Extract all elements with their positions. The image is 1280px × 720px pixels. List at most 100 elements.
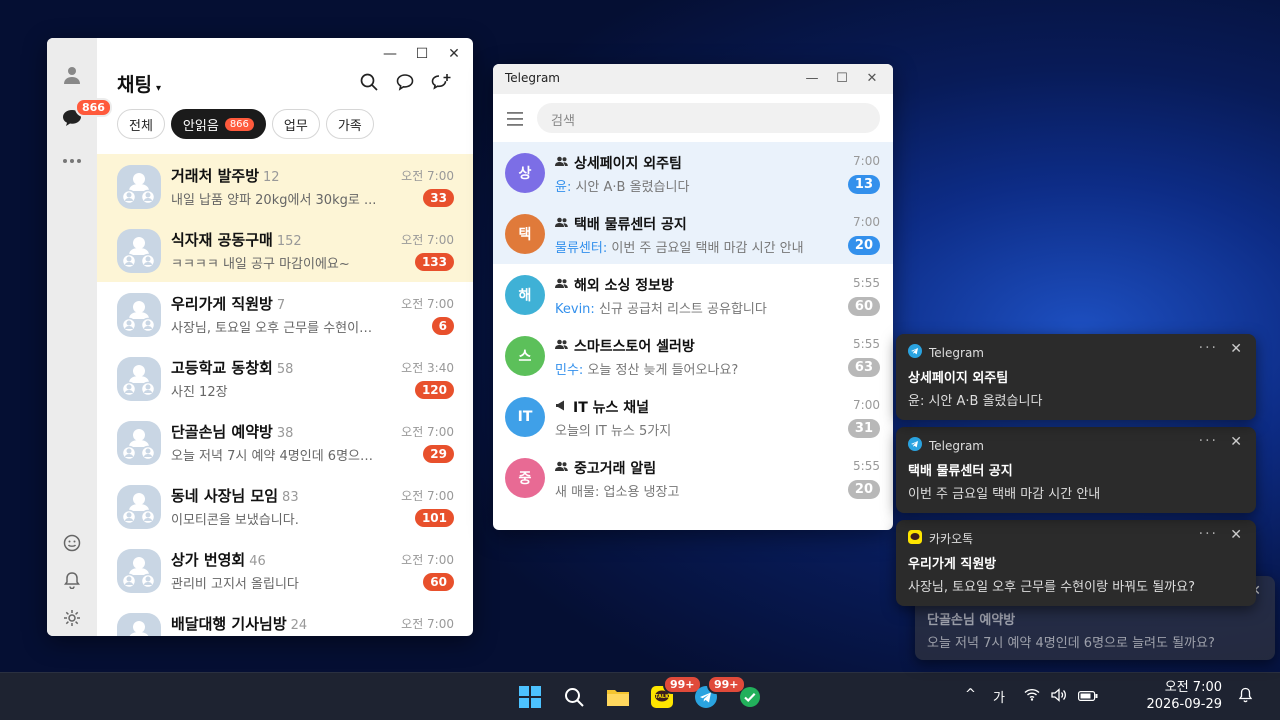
notification-toast[interactable]: Telegram ··· ✕ 상세페이지 외주팀 윤: 시안 A·B 올렸습니다 (896, 334, 1256, 420)
chat-row[interactable]: 식자재 공동구매 152 ㅋㅋㅋㅋ 내일 공구 마감이에요~ 오전 7:00 133 (97, 218, 473, 282)
page-title[interactable]: 채팅 ▾ (117, 70, 161, 97)
notification-app-name: Telegram (929, 438, 984, 453)
chat-time: 오전 7:00 (401, 617, 454, 631)
close-icon[interactable]: ✕ (1230, 341, 1242, 357)
group-avatar (117, 421, 161, 465)
unread-badge: 133 (414, 253, 454, 271)
kakao-window-controls: — ☐ ✕ (383, 46, 461, 62)
chat-time: 오전 7:00 (401, 169, 454, 183)
close-icon[interactable]: ✕ (1230, 527, 1242, 543)
search-input[interactable]: 검색 (537, 103, 880, 133)
chat-title: 우리가게 직원방 (171, 295, 273, 313)
chat-avatar: IT (505, 397, 545, 437)
wifi-icon[interactable] (1024, 688, 1040, 705)
chat-row[interactable]: 동네 사장님 모임 83 이모티콘을 보냈습니다. 오전 7:00 101 (97, 474, 473, 538)
file-explorer-icon[interactable] (606, 685, 630, 709)
group-avatar (117, 229, 161, 273)
chat-time: 오전 3:40 (401, 361, 454, 375)
chat-name: 배달대행 기사님방 24 (171, 613, 307, 634)
windows-start-icon[interactable] (518, 685, 542, 709)
notification-toast[interactable]: 카카오톡 ··· ✕ 우리가게 직원방 사장님, 토요일 오후 근무를 수현이랑 바꿔도… (896, 520, 1256, 606)
notification-bell-icon[interactable] (1238, 687, 1253, 707)
last-message: 이모티콘을 보냈습니다. (171, 513, 299, 528)
chat-row[interactable]: 배달대행 기사님방 24 오전 7:00 (97, 602, 473, 636)
filter-chip-label: 업무 (283, 118, 308, 134)
close-button[interactable]: ✕ (865, 71, 879, 86)
bell-icon[interactable] (61, 569, 83, 591)
filter-chip-0[interactable]: 전체 (117, 109, 165, 139)
group-icon (555, 155, 568, 171)
filter-chips: 전체 안읽음 866 업무 가족 (117, 109, 374, 139)
chat-row[interactable]: 단골손님 예약방 38 오늘 저녁 7시 예약 4명인데 6명으로... 오전 7:0… (97, 410, 473, 474)
chat-title: IT 뉴스 채널 (573, 400, 650, 416)
new-chat-icon[interactable] (431, 72, 451, 92)
chat-title: 거래처 발주방 (171, 167, 260, 185)
member-count: 152 (276, 234, 302, 249)
title-text: 채팅 (117, 74, 152, 96)
chat-row[interactable]: 택 택배 물류센터 공지 물류센터: 이번 주 금요일 택배 마감 시간 안내 7:0… (493, 203, 893, 264)
minimize-button[interactable]: — (805, 71, 819, 86)
chat-row[interactable]: 고등학교 동창회 58 사진 12장 오전 3:40 120 (97, 346, 473, 410)
filter-chip-3[interactable]: 가족 (325, 109, 374, 139)
more-options-icon[interactable]: ··· (1199, 340, 1218, 356)
close-icon[interactable]: ✕ (1230, 434, 1242, 450)
window-title: Telegram (505, 71, 560, 85)
group-icon (555, 460, 568, 476)
filter-chip-2[interactable]: 업무 (271, 109, 320, 139)
filter-chip-label: 안읽음 (182, 118, 219, 134)
chat-row[interactable]: IT IT 뉴스 채널 오늘의 IT 뉴스 5가지 7:00 31 (493, 386, 893, 447)
emoticon-icon[interactable] (61, 532, 83, 554)
chat-avatar: 택 (505, 214, 545, 254)
chevron-up-icon[interactable]: ^ (965, 687, 976, 702)
chat-row[interactable]: 중 중고거래 알림 새 매물: 업소용 냉장고 5:55 20 (493, 447, 893, 508)
maximize-button[interactable]: ☐ (835, 71, 849, 86)
filter-chip-count: 866 (224, 117, 254, 131)
more-options-icon[interactable]: ··· (1199, 433, 1218, 449)
last-message: 사장님, 토요일 오후 근무를 수현이랑 ... (171, 321, 381, 336)
last-message: 내일 납품 양파 20kg에서 30kg로 ... (171, 193, 377, 208)
kakaotalk-window: 866 — ☐ ✕ 채팅 ▾ 전체 안읽음 866 업무 가족 거래처 발주방 12 내일 납… (47, 38, 473, 636)
settings-icon[interactable] (61, 607, 83, 629)
maximize-button[interactable]: ☐ (415, 46, 429, 62)
chat-row[interactable]: 상가 번영회 46 관리비 고지서 올립니다 오전 7:00 60 (97, 538, 473, 602)
ime-indicator[interactable]: 가 (993, 687, 1005, 706)
check-app-icon[interactable] (738, 685, 762, 709)
chat-row[interactable]: 거래처 발주방 12 내일 납품 양파 20kg에서 30kg로 ... 오전 7:0… (97, 154, 473, 218)
chat-row[interactable]: 스 스마트스토어 셀러방 민수: 오늘 정산 늦게 들어오나요? 5:55 63 (493, 325, 893, 386)
volume-icon[interactable] (1051, 688, 1067, 706)
member-count: 7 (276, 298, 286, 313)
last-message: 민수: 오늘 정산 늦게 들어오나요? (555, 359, 738, 378)
close-button[interactable]: ✕ (447, 46, 461, 62)
notification-toast[interactable]: Telegram ··· ✕ 택배 물류센터 공지 이번 주 금요일 택배 마감 시간 … (896, 427, 1256, 513)
group-avatar (117, 485, 161, 529)
chat-title: 스마트스토어 셀러방 (574, 339, 695, 355)
open-chat-icon[interactable] (395, 72, 415, 92)
search-icon[interactable] (359, 72, 379, 92)
system-clock[interactable]: 오전 7:00 2026-09-29 (1146, 679, 1222, 713)
battery-icon[interactable] (1078, 690, 1098, 705)
notification-body: 윤: 시안 A·B 올렸습니다 (908, 394, 1043, 409)
search-icon[interactable] (562, 685, 586, 709)
group-avatar (117, 613, 161, 636)
chat-name: 거래처 발주방 12 (171, 165, 280, 186)
notification-app-name: 카카오톡 (929, 532, 974, 546)
member-count: 58 (276, 362, 294, 377)
more-icon[interactable] (61, 150, 83, 172)
chat-row[interactable]: 상 상세페이지 외주팀 윤: 시안 A·B 올렸습니다 7:00 13 (493, 142, 893, 203)
chat-title: 중고거래 알림 (574, 461, 657, 477)
sender-name: Kevin: (555, 302, 595, 317)
chat-title: 상가 번영회 (171, 551, 246, 569)
last-message: Kevin: 신규 공급처 리스트 공유합니다 (555, 298, 767, 317)
chat-time: 5:55 (853, 459, 880, 473)
group-icon (555, 277, 568, 293)
more-options-icon[interactable]: ··· (1199, 526, 1218, 542)
chat-row[interactable]: 해 해외 소싱 정보방 Kevin: 신규 공급처 리스트 공유합니다 5:55 60 (493, 264, 893, 325)
last-message: 윤: 시안 A·B 올렸습니다 (555, 176, 689, 195)
chat-row[interactable]: 우리가게 직원방 7 사장님, 토요일 오후 근무를 수현이랑 ... 오전 7:00… (97, 282, 473, 346)
hamburger-menu-icon[interactable] (507, 111, 525, 126)
member-count: 46 (249, 554, 266, 569)
chat-time: 오전 7:00 (401, 489, 454, 503)
filter-chip-1[interactable]: 안읽음 866 (170, 109, 266, 139)
minimize-button[interactable]: — (383, 46, 397, 62)
friends-icon[interactable] (61, 64, 83, 86)
